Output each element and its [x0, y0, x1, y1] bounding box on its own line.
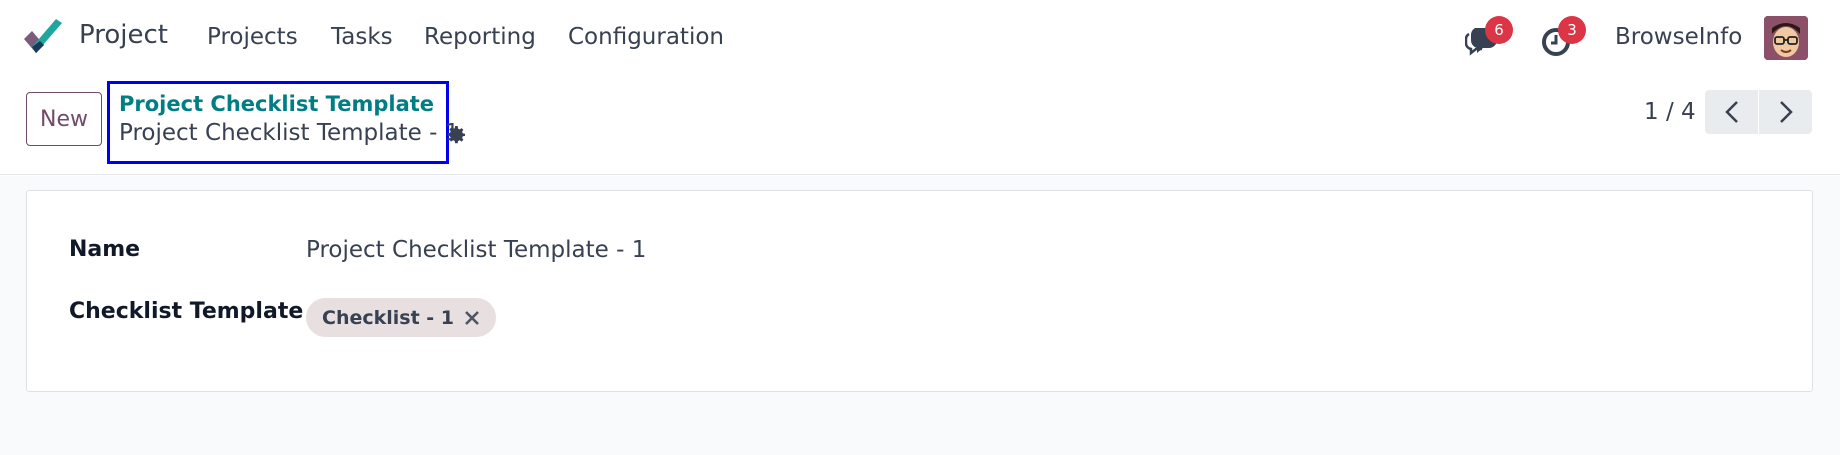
menu-configuration[interactable]: Configuration [568, 24, 724, 50]
app-name[interactable]: Project [79, 20, 168, 50]
messages-button[interactable]: 6 [1463, 16, 1513, 60]
top-navbar: Project Projects Tasks Reporting Configu… [0, 0, 1840, 77]
form-view-content: Name Project Checklist Template - 1 Chec… [0, 176, 1840, 455]
company-switcher[interactable]: BrowseInfo [1615, 24, 1742, 50]
close-icon[interactable] [464, 310, 480, 326]
pager-value[interactable]: 1 / 4 [1644, 99, 1696, 125]
checklist-template-label: Checklist Template [69, 299, 304, 324]
checklist-tag[interactable]: Checklist - 1 [306, 298, 497, 337]
user-avatar[interactable] [1764, 16, 1808, 60]
menu-tasks[interactable]: Tasks [331, 24, 393, 50]
odoo-project-logo-icon [24, 19, 62, 53]
control-panel: New Project Checklist Template Project C… [0, 77, 1840, 175]
app-logo[interactable] [22, 19, 64, 57]
form-sheet: Name Project Checklist Template - 1 Chec… [26, 190, 1813, 392]
pager-next-button[interactable] [1759, 90, 1812, 134]
messages-badge: 6 [1485, 16, 1513, 44]
activities-badge: 3 [1558, 16, 1586, 44]
breadcrumb-parent-link[interactable]: Project Checklist Template [119, 92, 434, 116]
name-field-label: Name [69, 237, 141, 262]
record-title: Project Checklist Template - 1 [119, 120, 460, 146]
chevron-left-icon [1724, 101, 1738, 123]
chevron-right-icon [1779, 101, 1793, 123]
gear-icon[interactable] [444, 123, 468, 147]
menu-projects[interactable]: Projects [207, 24, 298, 50]
activities-button[interactable]: 3 [1536, 16, 1586, 60]
name-field[interactable]: Project Checklist Template - 1 [306, 237, 646, 263]
avatar-face-icon [1764, 16, 1808, 60]
checklist-tag-label: Checklist - 1 [322, 306, 455, 329]
menu-reporting[interactable]: Reporting [424, 24, 536, 50]
pager-previous-button[interactable] [1705, 90, 1758, 134]
new-button[interactable]: New [26, 92, 102, 146]
